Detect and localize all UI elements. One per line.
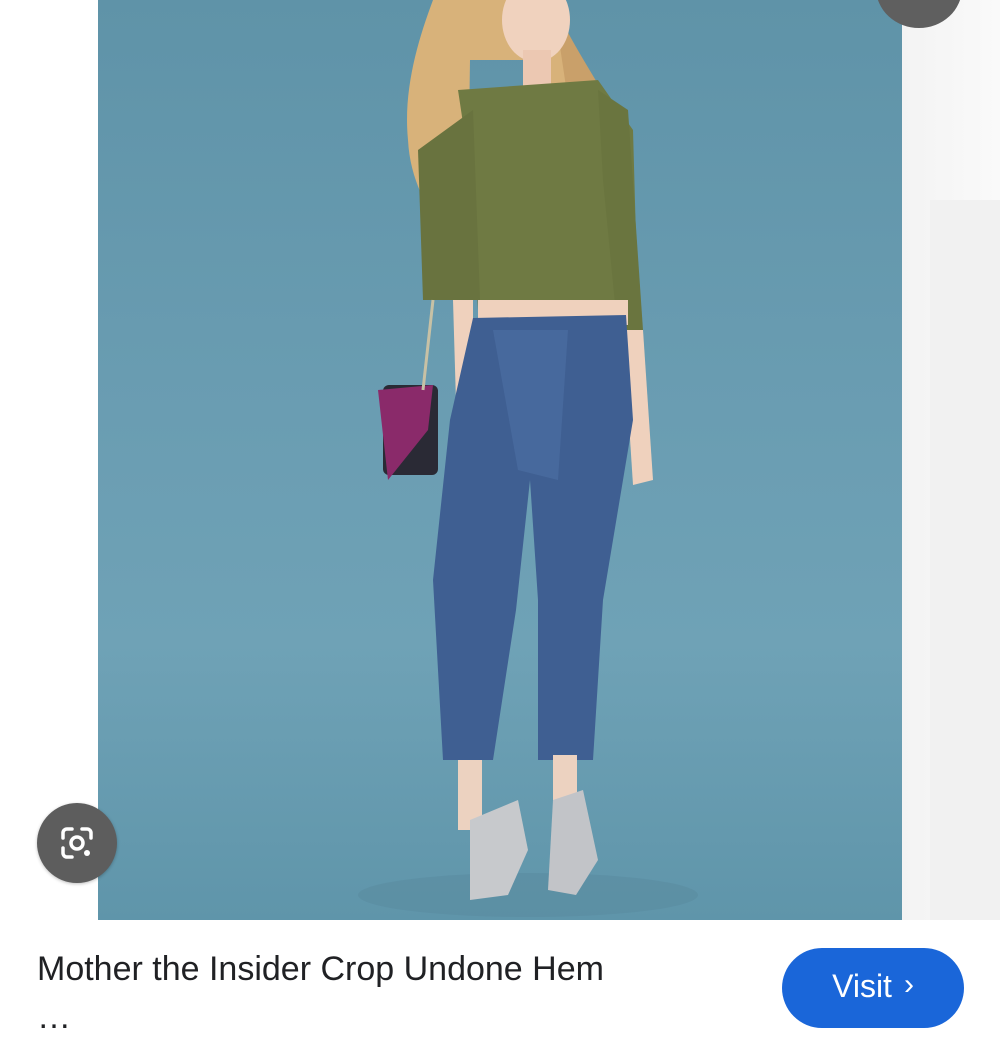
product-title-continued[interactable]: … [37,993,337,1041]
next-result-shade [930,200,1000,920]
product-photo-illustration [358,0,698,917]
lens-search-button[interactable] [37,803,117,883]
visit-button[interactable]: Visit › [782,948,964,1028]
product-image[interactable] [98,0,902,920]
google-lens-icon [61,827,93,859]
chevron-right-icon: › [903,968,914,1001]
product-title[interactable]: Mother the Insider Crop Undone Hem [37,945,737,993]
visit-label: Visit [832,968,892,1004]
